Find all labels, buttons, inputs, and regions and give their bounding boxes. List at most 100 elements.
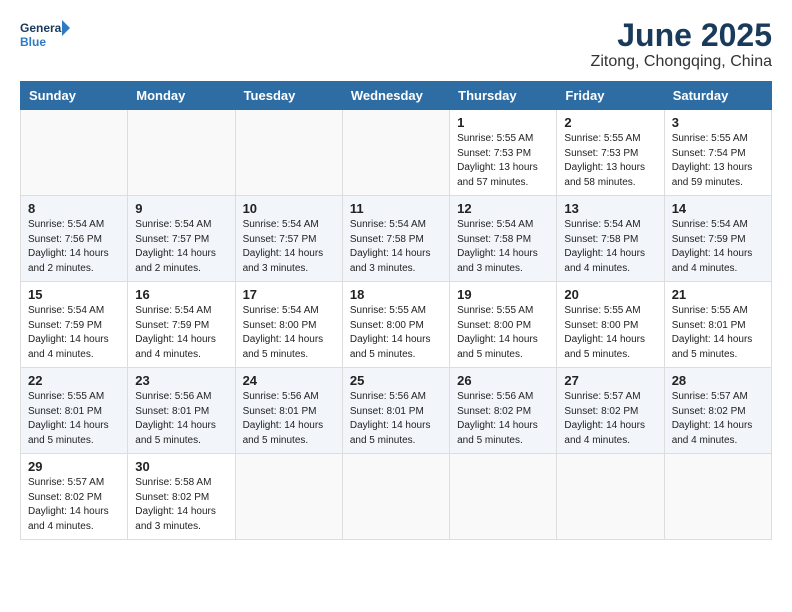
day-number: 23 <box>135 373 227 388</box>
day-number: 19 <box>457 287 549 302</box>
day-info: Sunrise: 5:58 AMSunset: 8:02 PMDaylight:… <box>135 477 216 532</box>
day-number: 8 <box>28 201 120 216</box>
day-number: 21 <box>672 287 764 302</box>
day-info: Sunrise: 5:55 AMSunset: 8:00 PMDaylight:… <box>564 305 645 360</box>
day-cell: 17 Sunrise: 5:54 AMSunset: 8:00 PMDayligh… <box>235 282 342 368</box>
day-cell: 12 Sunrise: 5:54 AMSunset: 7:58 PMDayligh… <box>450 196 557 282</box>
calendar-week-row: 22 Sunrise: 5:55 AMSunset: 8:01 PMDayligh… <box>21 368 772 454</box>
day-cell: 1 Sunrise: 5:55 AMSunset: 7:53 PMDaylight… <box>450 110 557 196</box>
weekday-header-row: SundayMondayTuesdayWednesdayThursdayFrid… <box>21 82 772 110</box>
day-info: Sunrise: 5:55 AMSunset: 8:00 PMDaylight:… <box>457 305 538 360</box>
day-number: 30 <box>135 459 227 474</box>
day-info: Sunrise: 5:55 AMSunset: 8:01 PMDaylight:… <box>672 305 753 360</box>
day-cell: 25 Sunrise: 5:56 AMSunset: 8:01 PMDayligh… <box>342 368 449 454</box>
day-number: 28 <box>672 373 764 388</box>
day-number: 9 <box>135 201 227 216</box>
day-number: 17 <box>243 287 335 302</box>
day-cell: 30 Sunrise: 5:58 AMSunset: 8:02 PMDayligh… <box>128 454 235 540</box>
day-info: Sunrise: 5:57 AMSunset: 8:02 PMDaylight:… <box>28 477 109 532</box>
day-info: Sunrise: 5:55 AMSunset: 7:53 PMDaylight:… <box>457 133 538 188</box>
day-number: 13 <box>564 201 656 216</box>
empty-day-cell <box>21 110 128 196</box>
day-cell: 15Sunrise: 5:54 AMSunset: 7:59 PMDayligh… <box>21 282 128 368</box>
day-cell: 8 Sunrise: 5:54 AMSunset: 7:56 PMDaylight… <box>21 196 128 282</box>
day-number: 3 <box>672 115 764 130</box>
day-cell: 10 Sunrise: 5:54 AMSunset: 7:57 PMDayligh… <box>235 196 342 282</box>
day-number: 26 <box>457 373 549 388</box>
day-info: Sunrise: 5:57 AMSunset: 8:02 PMDaylight:… <box>672 391 753 446</box>
day-number: 25 <box>350 373 442 388</box>
day-info: Sunrise: 5:54 AMSunset: 7:59 PMDaylight:… <box>672 219 753 274</box>
day-number: 18 <box>350 287 442 302</box>
day-number: 1 <box>457 115 549 130</box>
title-area: June 2025 Zitong, Chongqing, China <box>591 18 772 71</box>
day-number: 20 <box>564 287 656 302</box>
empty-day-cell <box>664 454 771 540</box>
calendar-week-row: 29 Sunrise: 5:57 AMSunset: 8:02 PMDayligh… <box>21 454 772 540</box>
day-number: 15 <box>28 287 120 302</box>
calendar-week-row: 15 Sunrise: 5:54 AMSunset: 7:59 PMDayligh… <box>21 282 772 368</box>
day-cell: 22 Sunrise: 5:55 AMSunset: 8:01 PMDayligh… <box>21 368 128 454</box>
empty-day-cell <box>450 454 557 540</box>
day-number: 11 <box>350 201 442 216</box>
day-cell: 11Sunrise: 5:54 AMSunset: 7:58 PMDayligh… <box>342 196 449 282</box>
day-info: Sunrise: 5:54 AMSunset: 7:57 PMDaylight:… <box>135 219 216 274</box>
day-cell: 18 Sunrise: 5:55 AMSunset: 8:00 PMDayligh… <box>342 282 449 368</box>
empty-day-cell <box>342 454 449 540</box>
day-number: 12 <box>457 201 549 216</box>
empty-day-cell <box>235 454 342 540</box>
empty-day-cell <box>557 454 664 540</box>
empty-day-cell <box>128 110 235 196</box>
month-title: June 2025 <box>591 18 772 53</box>
day-info: Sunrise: 5:55 AMSunset: 7:54 PMDaylight:… <box>672 133 753 188</box>
day-cell: 9 Sunrise: 5:54 AMSunset: 7:57 PMDaylight… <box>128 196 235 282</box>
day-info: Sunrise: 5:54 AMSunset: 7:58 PMDaylight:… <box>564 219 645 274</box>
day-cell: 16 Sunrise: 5:54 AMSunset: 7:59 PMDayligh… <box>128 282 235 368</box>
svg-text:Blue: Blue <box>20 35 46 49</box>
day-cell: 2Sunrise: 5:55 AMSunset: 7:53 PMDaylight… <box>557 110 664 196</box>
day-info: Sunrise: 5:56 AMSunset: 8:01 PMDaylight:… <box>135 391 216 446</box>
day-info: Sunrise: 5:56 AMSunset: 8:02 PMDaylight:… <box>457 391 538 446</box>
day-info: Sunrise: 5:56 AMSunset: 8:01 PMDaylight:… <box>350 391 431 446</box>
day-info: Sunrise: 5:54 AMSunset: 8:00 PMDaylight:… <box>243 305 324 360</box>
day-number: 2 <box>564 115 656 130</box>
day-cell: 24 Sunrise: 5:56 AMSunset: 8:01 PMDayligh… <box>235 368 342 454</box>
day-number: 29 <box>28 459 120 474</box>
day-info: Sunrise: 5:55 AMSunset: 8:00 PMDaylight:… <box>350 305 431 360</box>
day-cell: 21 Sunrise: 5:55 AMSunset: 8:01 PMDayligh… <box>664 282 771 368</box>
day-cell: 27 Sunrise: 5:57 AMSunset: 8:02 PMDayligh… <box>557 368 664 454</box>
day-cell: 14Sunrise: 5:54 AMSunset: 7:59 PMDayligh… <box>664 196 771 282</box>
location-title: Zitong, Chongqing, China <box>591 53 772 71</box>
logo-icon: General Blue <box>20 18 72 56</box>
weekday-header-tuesday: Tuesday <box>235 82 342 110</box>
day-cell: 26 Sunrise: 5:56 AMSunset: 8:02 PMDayligh… <box>450 368 557 454</box>
weekday-header-wednesday: Wednesday <box>342 82 449 110</box>
svg-text:General: General <box>20 21 65 35</box>
day-cell: 3 Sunrise: 5:55 AMSunset: 7:54 PMDaylight… <box>664 110 771 196</box>
weekday-header-saturday: Saturday <box>664 82 771 110</box>
day-info: Sunrise: 5:54 AMSunset: 7:56 PMDaylight:… <box>28 219 109 274</box>
day-number: 24 <box>243 373 335 388</box>
day-info: Sunrise: 5:55 AMSunset: 8:01 PMDaylight:… <box>28 391 109 446</box>
weekday-header-sunday: Sunday <box>21 82 128 110</box>
day-cell: 28 Sunrise: 5:57 AMSunset: 8:02 PMDayligh… <box>664 368 771 454</box>
day-info: Sunrise: 5:54 AMSunset: 7:59 PMDaylight:… <box>135 305 216 360</box>
weekday-header-thursday: Thursday <box>450 82 557 110</box>
day-number: 22 <box>28 373 120 388</box>
weekday-header-monday: Monday <box>128 82 235 110</box>
page-header: General Blue June 2025 Zitong, Chongqing… <box>20 18 772 71</box>
day-info: Sunrise: 5:54 AMSunset: 7:58 PMDaylight:… <box>457 219 538 274</box>
empty-day-cell <box>235 110 342 196</box>
day-number: 27 <box>564 373 656 388</box>
empty-day-cell <box>342 110 449 196</box>
day-info: Sunrise: 5:54 AMSunset: 7:57 PMDaylight:… <box>243 219 324 274</box>
calendar-table: SundayMondayTuesdayWednesdayThursdayFrid… <box>20 81 772 540</box>
calendar-week-row: 8 Sunrise: 5:54 AMSunset: 7:56 PMDaylight… <box>21 196 772 282</box>
day-cell: 13 Sunrise: 5:54 AMSunset: 7:58 PMDayligh… <box>557 196 664 282</box>
day-cell: 29 Sunrise: 5:57 AMSunset: 8:02 PMDayligh… <box>21 454 128 540</box>
day-number: 10 <box>243 201 335 216</box>
day-info: Sunrise: 5:57 AMSunset: 8:02 PMDaylight:… <box>564 391 645 446</box>
day-info: Sunrise: 5:56 AMSunset: 8:01 PMDaylight:… <box>243 391 324 446</box>
day-number: 16 <box>135 287 227 302</box>
day-cell: 23 Sunrise: 5:56 AMSunset: 8:01 PMDayligh… <box>128 368 235 454</box>
